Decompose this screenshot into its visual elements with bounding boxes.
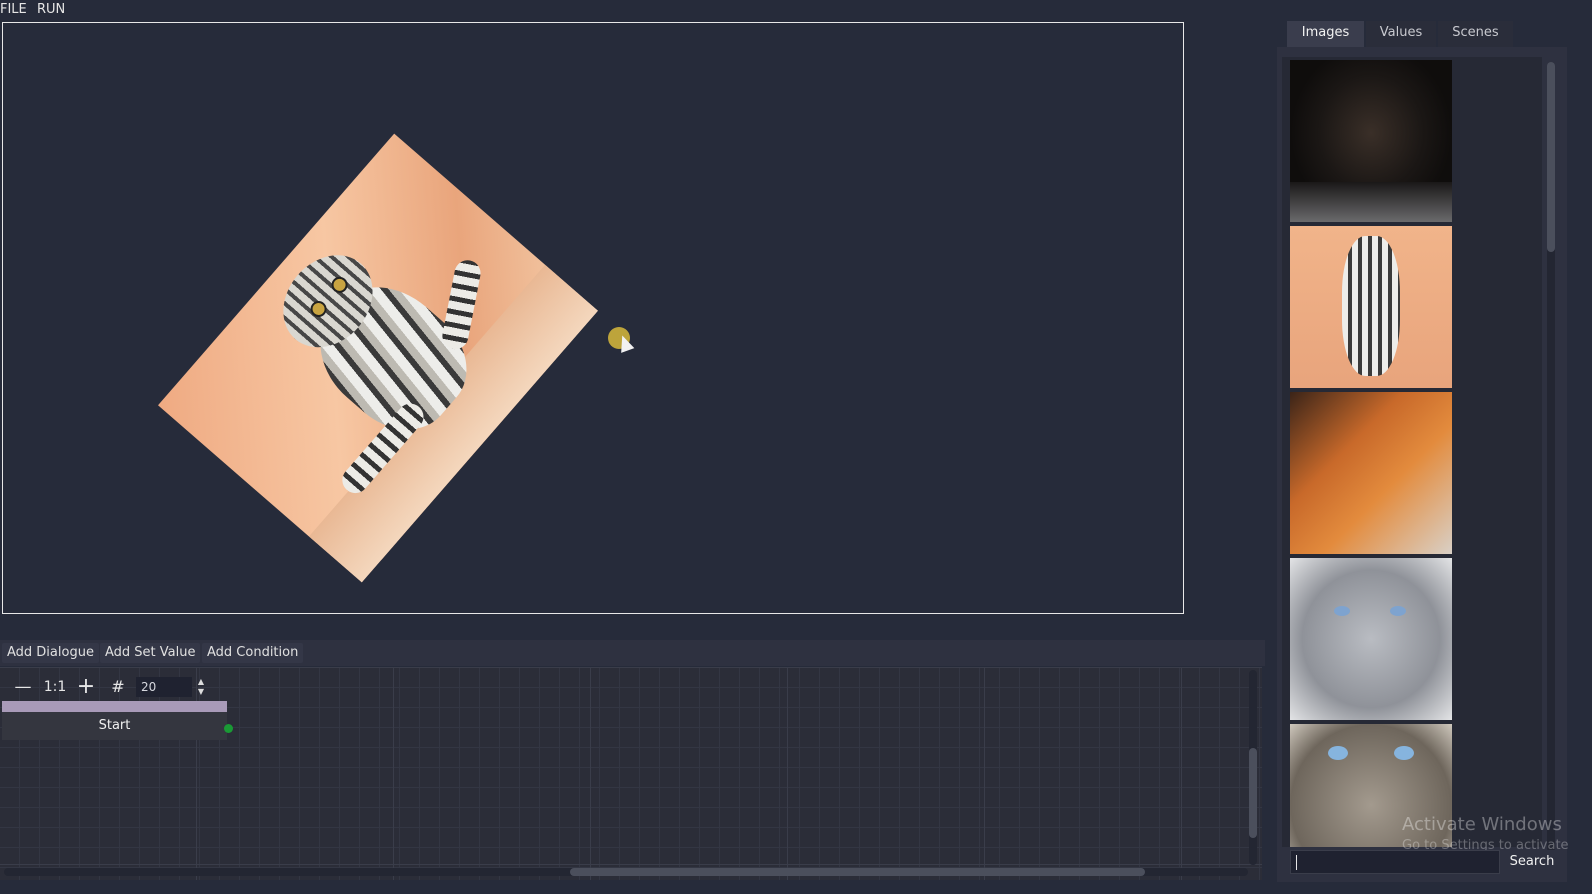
grid-snap-icon[interactable]: # [106, 675, 130, 699]
graph-toolbar: Add Dialogue Add Set Value Add Condition [0, 640, 1265, 666]
image-list-scrollbar[interactable] [1547, 62, 1555, 852]
add-condition-button[interactable]: Add Condition [202, 643, 304, 663]
start-node-label: Start [2, 712, 227, 740]
zoom-out-icon[interactable]: — [11, 675, 35, 699]
thumb-eye [1328, 746, 1348, 760]
thumb-eye [1334, 606, 1350, 616]
add-dialogue-button[interactable]: Add Dialogue [2, 643, 99, 663]
thumb-eye [1390, 606, 1406, 616]
snap-spinner-icon[interactable]: ▲ ▼ [194, 677, 208, 697]
snap-value-input[interactable]: 20 [136, 677, 192, 697]
zoom-reset-button[interactable]: 1:1 [43, 675, 67, 699]
zoom-in-icon[interactable]: + [74, 675, 98, 699]
start-node[interactable]: Start [2, 701, 233, 741]
graph-horizontal-scrollbar[interactable] [4, 868, 1248, 876]
tab-images[interactable]: Images [1287, 21, 1364, 47]
thumb-floor [1290, 182, 1452, 222]
start-node-header [2, 701, 227, 712]
thumb-cat [1342, 236, 1400, 376]
graph-vertical-scrollbar[interactable] [1249, 670, 1257, 865]
image-search-input[interactable] [1290, 850, 1500, 874]
scrollbar-thumb[interactable] [570, 868, 1145, 876]
add-set-value-button[interactable]: Add Set Value [100, 643, 201, 663]
output-port[interactable] [224, 724, 233, 733]
thumb-eye [1394, 746, 1414, 760]
tab-values[interactable]: Values [1366, 21, 1436, 47]
scrollbar-thumb[interactable] [1547, 62, 1555, 252]
cat-eye-right [328, 273, 351, 297]
menu-bar: FILE RUN [0, 0, 1280, 20]
graph-editor[interactable]: — 1:1 + # 20 ▲ ▼ Start [0, 667, 1262, 880]
cat-leg [440, 258, 483, 352]
orange-cat-thumbnail[interactable] [1290, 392, 1452, 554]
menu-file[interactable]: FILE [0, 2, 27, 17]
text-caret [1296, 855, 1297, 870]
tabby-cat-sitting-thumbnail[interactable] [1290, 226, 1452, 388]
menu-run[interactable]: RUN [37, 2, 65, 17]
scene-viewport[interactable] [2, 22, 1184, 614]
image-list [1282, 57, 1542, 847]
activation-watermark-title: Activate Windows [1402, 814, 1562, 835]
grey-cat-blue-eyes-thumbnail[interactable] [1290, 558, 1452, 720]
cat-eye-left [307, 297, 330, 321]
rotated-cat-image[interactable] [158, 133, 598, 583]
scrollbar-thumb[interactable] [1249, 748, 1257, 838]
tab-scenes[interactable]: Scenes [1438, 21, 1513, 47]
search-button[interactable]: Search [1504, 850, 1560, 874]
black-cat-thumbnail[interactable] [1290, 60, 1452, 222]
